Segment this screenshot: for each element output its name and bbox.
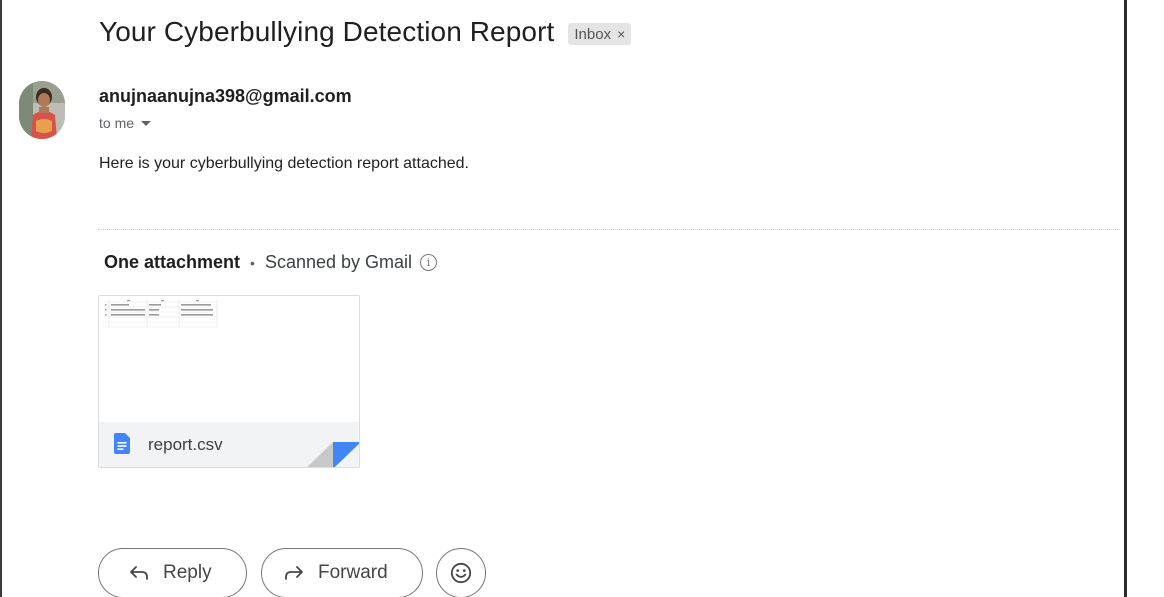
spreadsheet-preview [103,300,218,328]
google-doc-icon [114,433,130,454]
recipient-details-toggle[interactable]: to me [99,115,152,131]
forward-button-label: Forward [318,562,388,583]
forward-button[interactable]: Forward [261,548,423,597]
chevron-down-icon [141,120,152,126]
frame-left-border [0,0,2,597]
inbox-label-chip[interactable]: Inbox × [568,23,632,45]
attachments-divider [98,229,1120,230]
attachments-header: One attachment • Scanned by Gmail i [104,252,438,273]
subject-row: Your Cyberbullying Detection Report Inbo… [99,12,632,52]
recipient-text: to me [99,115,135,131]
remove-label-button[interactable]: × [617,26,625,42]
attachment-card[interactable]: report.csv [98,295,360,468]
inbox-label-text: Inbox [574,25,612,43]
smiley-icon [450,562,472,584]
forward-arrow-icon [285,566,303,580]
frame-right-border [1124,0,1127,597]
scan-status: Scanned by Gmail [264,252,413,272]
file-type-corner-icon [307,442,359,467]
header-separator: • [250,254,255,271]
attachment-thumbnail [99,296,359,422]
reply-button[interactable]: Reply [98,548,247,597]
avatar-photo [19,81,65,139]
attachment-count: One attachment [104,252,241,272]
reply-arrow-icon [130,566,148,580]
email-body: Here is your cyberbullying detection rep… [99,155,469,172]
sender-avatar[interactable] [19,81,65,139]
email-subject: Your Cyberbullying Detection Report [99,16,555,47]
attachment-filename: report.csv [148,435,223,454]
emoji-reaction-button[interactable] [436,548,486,597]
reply-button-label: Reply [163,562,212,583]
sender-email: anujnaanujna398@gmail.com [99,86,352,106]
info-icon[interactable]: i [420,254,438,271]
